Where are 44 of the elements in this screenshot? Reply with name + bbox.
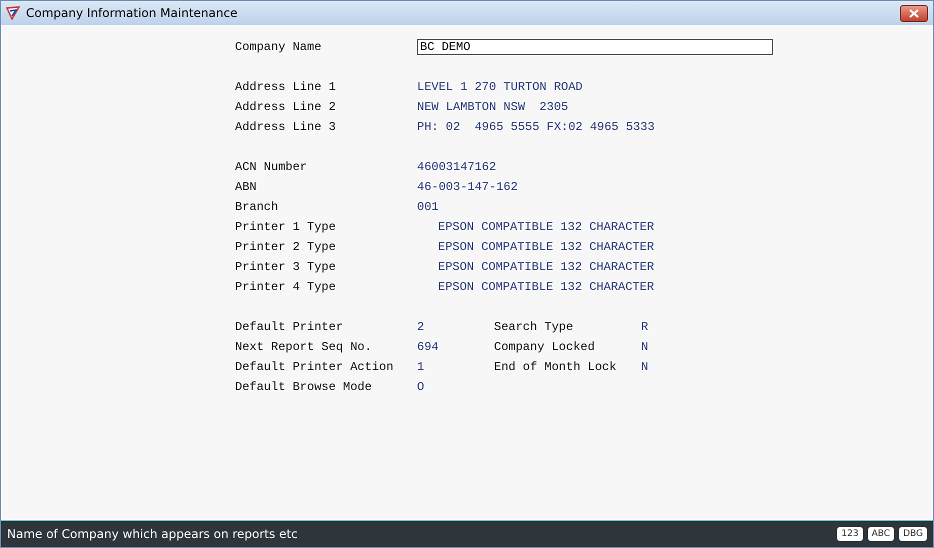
field-value: EPSON COMPATIBLE 132 CHARACTER	[438, 260, 654, 274]
field-value: O	[417, 380, 426, 394]
field-value: 2	[417, 320, 426, 334]
status-indicator: 123	[837, 527, 863, 541]
field-value: 1	[417, 360, 426, 374]
field-label: Default Printer Action	[235, 360, 394, 374]
status-hint: Name of Company which appears on reports etc	[7, 527, 299, 541]
field-value: 46003147162	[417, 160, 496, 174]
field-value: PH: 02 4965 5555 FX:02 4965 5333	[417, 120, 655, 134]
field-value: 694	[417, 340, 440, 354]
window-title: Company Information Maintenance	[26, 6, 238, 20]
field-label: Printer 1 Type	[235, 220, 337, 234]
field-value: 001	[417, 200, 439, 214]
field-value: 46-003-147-162	[417, 180, 518, 194]
field-value: EPSON COMPATIBLE 132 CHARACTER	[438, 280, 654, 294]
field-label: Default Browse Mode	[235, 380, 373, 394]
field-label: Next Report Seq No.	[235, 340, 373, 354]
field-label: Company Locked	[494, 340, 596, 354]
field-label: Search Type	[494, 320, 574, 334]
field-label: Address Line 3	[235, 120, 337, 134]
field-label: Printer 4 Type	[235, 280, 337, 294]
field-label: End of Month Lock	[494, 360, 618, 374]
field-label: Address Line 2	[235, 100, 337, 114]
field-value: R	[641, 320, 648, 334]
field-value: N	[641, 360, 648, 374]
app-logo-icon	[6, 6, 20, 20]
field-label: ABN	[235, 180, 258, 194]
field-label: Default Printer	[235, 320, 344, 334]
status-indicator: DBG	[899, 527, 927, 541]
field-label: Branch	[235, 200, 280, 214]
field-value: EPSON COMPATIBLE 132 CHARACTER	[438, 220, 654, 234]
close-button[interactable]	[900, 4, 928, 22]
field-label: Printer 2 Type	[235, 240, 337, 254]
field-label: ACN Number	[235, 160, 308, 174]
field-value: LEVEL 1 270 TURTON ROAD	[417, 80, 583, 94]
field-value: NEW LAMBTON NSW 2305	[417, 100, 568, 114]
field-value: N	[641, 340, 648, 354]
company-name-field[interactable]: BC DEMO	[417, 39, 773, 55]
field-value: EPSON COMPATIBLE 132 CHARACTER	[438, 240, 654, 254]
status-indicator: ABC	[868, 527, 894, 541]
close-icon	[909, 8, 919, 18]
field-label: Company Name	[235, 40, 322, 54]
field-label: Address Line 1	[235, 80, 337, 94]
field-label: Printer 3 Type	[235, 260, 337, 274]
